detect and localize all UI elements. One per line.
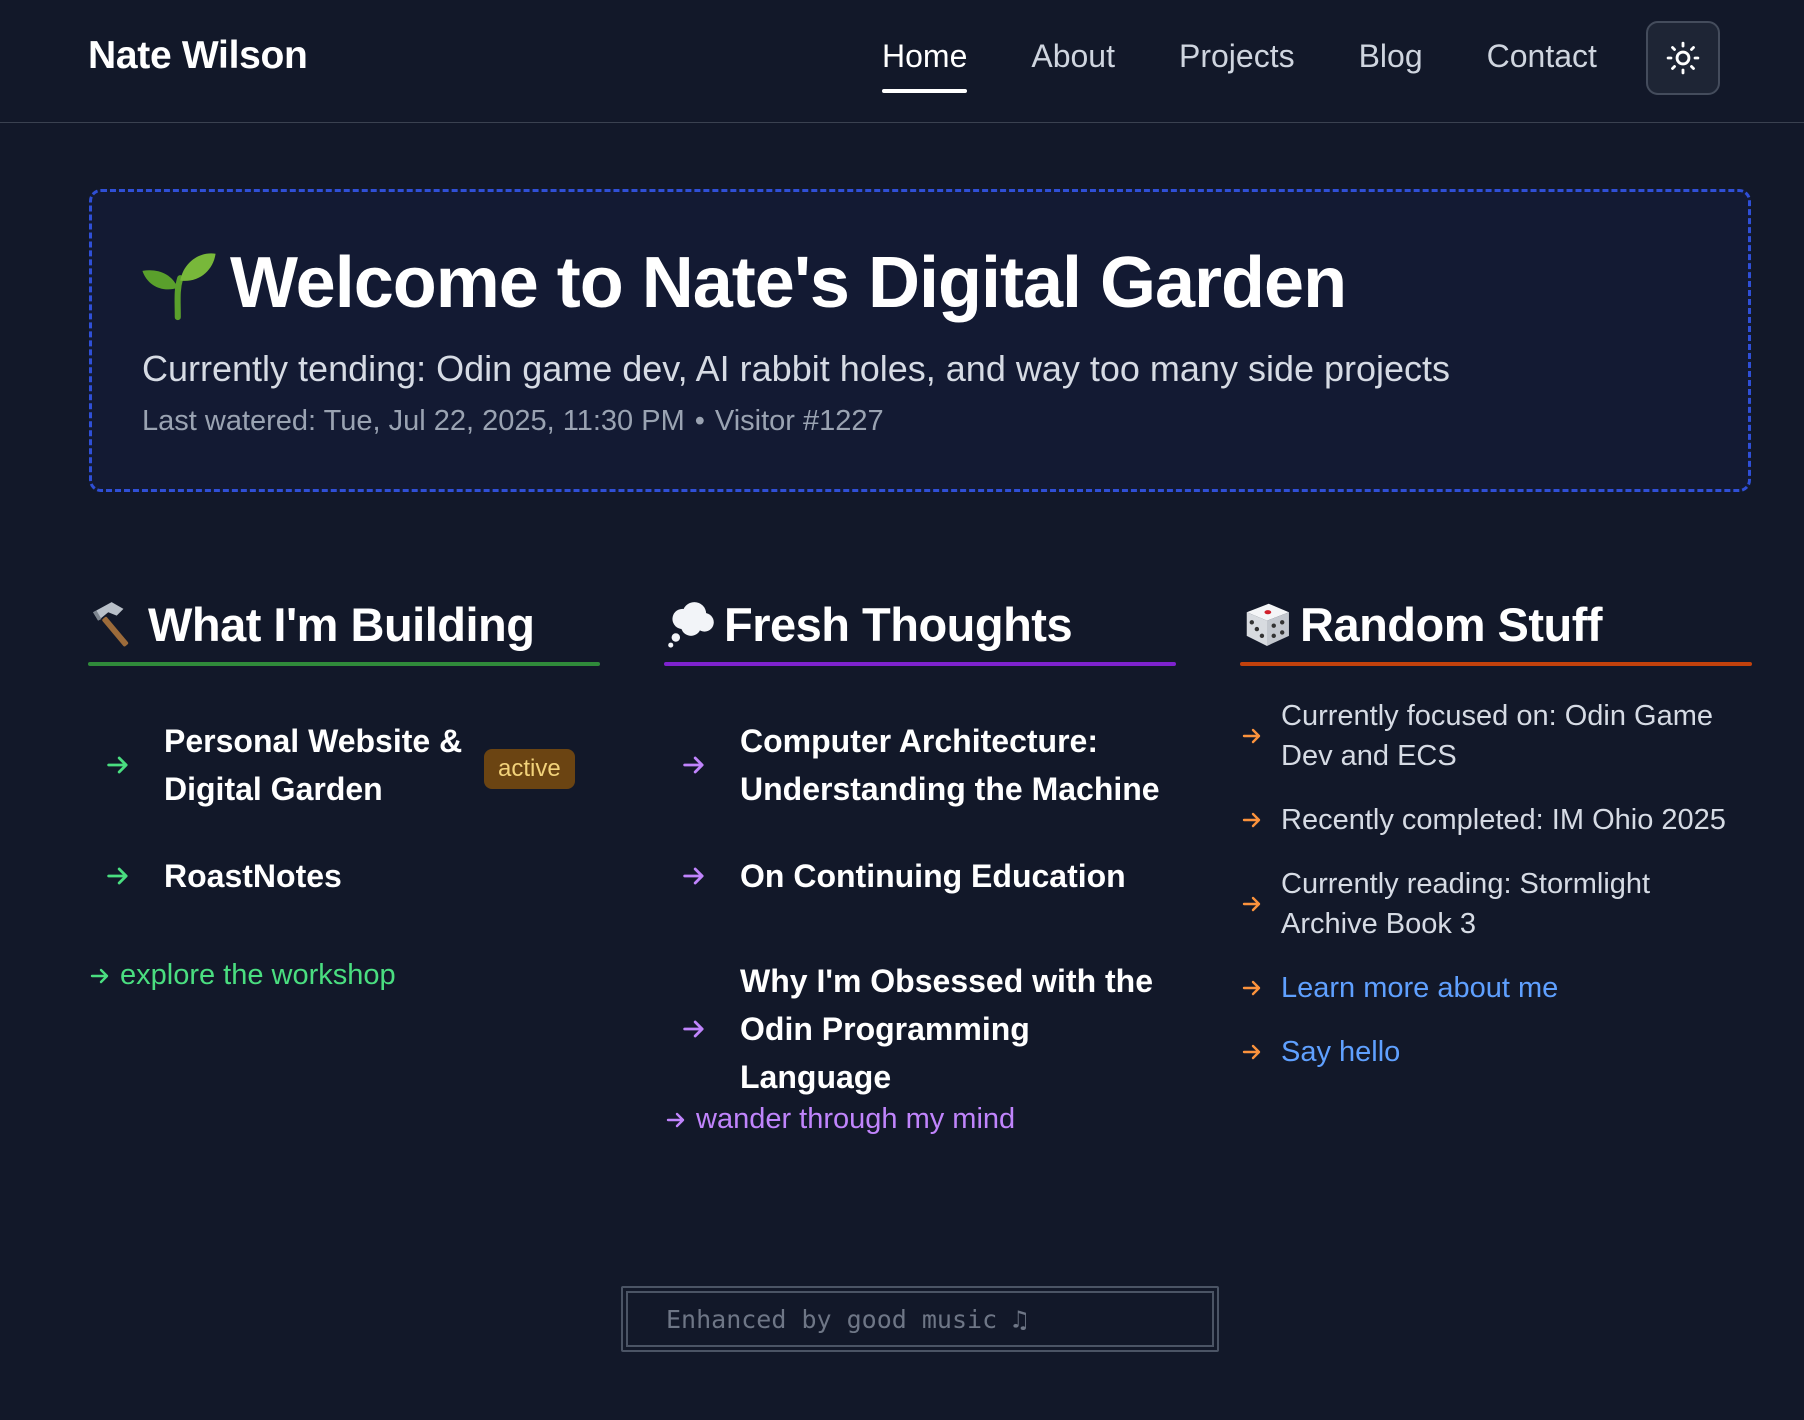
building-item-title[interactable]: Personal Website & Digital Garden <box>164 717 462 813</box>
hero-title: Welcome to Nate's Digital Garden <box>230 243 1347 323</box>
arrow-right-icon <box>107 756 128 774</box>
item-line: Personal Website & <box>164 723 463 759</box>
item-line: Understanding the Machine <box>740 771 1160 807</box>
wander-mind-link[interactable]: wander through my mind <box>664 1103 1015 1136</box>
building-section: What I'm Building Personal Website & Dig… <box>88 592 600 991</box>
random-item-text: Currently focused on: Odin Game Dev and … <box>1281 696 1713 776</box>
theme-toggle-button[interactable] <box>1646 21 1720 95</box>
hero-meta: Last watered: Tue, Jul 22, 2025, 11:30 P… <box>142 405 884 438</box>
item-line: Dev and ECS <box>1281 740 1457 772</box>
arrow-right-icon <box>1242 1044 1261 1060</box>
meta-separator: • <box>694 405 705 437</box>
say-hello-item[interactable]: Say hello <box>1240 1032 1400 1072</box>
building-item[interactable]: Personal Website & Digital Garden active <box>104 717 600 813</box>
nav-blog[interactable]: Blog <box>1359 38 1423 93</box>
site-brand[interactable]: Nate Wilson <box>88 34 308 78</box>
thought-item-title[interactable]: Computer Architecture: Understanding the… <box>740 717 1160 813</box>
thought-item-title[interactable]: On Continuing Education <box>740 852 1126 900</box>
say-hello-link[interactable]: Say hello <box>1281 1032 1400 1072</box>
thoughts-heading: Fresh Thoughts <box>724 597 1073 651</box>
arrow-right-icon <box>1242 980 1261 996</box>
item-line: Digital Garden <box>164 771 383 807</box>
site-header: Nate Wilson Home About Projects Blog Con… <box>0 0 1804 123</box>
arrow-right-icon <box>1242 728 1261 744</box>
random-item: Currently focused on: Odin Game Dev and … <box>1240 696 1713 776</box>
thought-item[interactable]: Computer Architecture: Understanding the… <box>680 717 1160 813</box>
random-item-text: Currently reading: Stormlight Archive Bo… <box>1281 864 1650 944</box>
thought-item[interactable]: On Continuing Education <box>680 852 1126 900</box>
item-line: Archive Book 3 <box>1281 908 1477 940</box>
wander-mind-label: wander through my mind <box>696 1103 1016 1135</box>
arrow-right-icon <box>107 867 128 885</box>
seedling-icon <box>142 253 216 321</box>
arrow-right-icon <box>666 1112 685 1127</box>
random-section: Random Stuff Currently focused on: Odin … <box>1240 592 1752 1068</box>
building-header: What I'm Building <box>88 592 600 662</box>
thoughts-header: Fresh Thoughts <box>664 592 1176 662</box>
building-heading: What I'm Building <box>148 597 535 651</box>
random-rule <box>1240 662 1752 666</box>
status-badge: active <box>484 749 575 789</box>
hammer-icon <box>93 602 129 647</box>
music-footer-text: Enhanced by good music ♫ <box>626 1291 1214 1347</box>
last-watered: Last watered: Tue, Jul 22, 2025, 11:30 P… <box>142 405 685 437</box>
thought-bubble-icon <box>668 602 714 648</box>
sun-icon <box>1666 41 1700 75</box>
hero-title-row: Welcome to Nate's Digital Garden <box>140 243 1347 323</box>
visitor-count: Visitor #1227 <box>714 405 884 437</box>
item-line: Odin Programming Language <box>740 1011 1030 1095</box>
main-nav: Home About Projects Blog Contact <box>882 38 1597 93</box>
dice-icon <box>1246 603 1289 646</box>
hero-card: Welcome to Nate's Digital Garden Current… <box>89 189 1751 492</box>
thoughts-section: Fresh Thoughts Computer Architecture: Un… <box>664 592 1176 1135</box>
item-line: Why I'm Obsessed with the <box>740 963 1154 999</box>
building-item[interactable]: RoastNotes <box>104 852 342 900</box>
nav-home[interactable]: Home <box>882 38 968 93</box>
arrow-right-icon <box>90 968 109 983</box>
item-line: Currently focused on: Odin Game <box>1281 700 1713 732</box>
arrow-right-icon <box>683 867 704 885</box>
random-heading: Random Stuff <box>1300 597 1603 651</box>
arrow-right-icon <box>683 1020 704 1038</box>
nav-about[interactable]: About <box>1031 38 1115 93</box>
nav-projects[interactable]: Projects <box>1179 38 1295 93</box>
random-header: Random Stuff <box>1240 592 1752 662</box>
hero-subtitle: Currently tending: Odin game dev, AI rab… <box>142 348 1451 389</box>
thoughts-rule <box>664 662 1176 666</box>
item-line: Computer Architecture: <box>740 723 1098 759</box>
thought-item[interactable]: Why I'm Obsessed with the Odin Programmi… <box>680 957 1176 1101</box>
learn-more-item[interactable]: Learn more about me <box>1240 968 1558 1008</box>
explore-workshop-label: explore the workshop <box>120 959 396 991</box>
nav-contact[interactable]: Contact <box>1487 38 1597 93</box>
arrow-right-icon <box>1242 812 1261 828</box>
thought-item-title[interactable]: Why I'm Obsessed with the Odin Programmi… <box>740 957 1176 1101</box>
random-item: Currently reading: Stormlight Archive Bo… <box>1240 864 1650 944</box>
building-item-title[interactable]: RoastNotes <box>164 852 342 900</box>
explore-workshop-link[interactable]: explore the workshop <box>88 959 396 992</box>
random-item: Recently completed: IM Ohio 2025 <box>1240 800 1726 840</box>
arrow-right-icon <box>1242 896 1261 912</box>
learn-more-link[interactable]: Learn more about me <box>1281 968 1558 1008</box>
random-item-text: Recently completed: IM Ohio 2025 <box>1281 804 1726 836</box>
arrow-right-icon <box>683 756 704 774</box>
building-rule <box>88 662 600 666</box>
item-line: Currently reading: Stormlight <box>1281 868 1651 900</box>
music-footer-box: Enhanced by good music ♫ <box>621 1286 1219 1352</box>
